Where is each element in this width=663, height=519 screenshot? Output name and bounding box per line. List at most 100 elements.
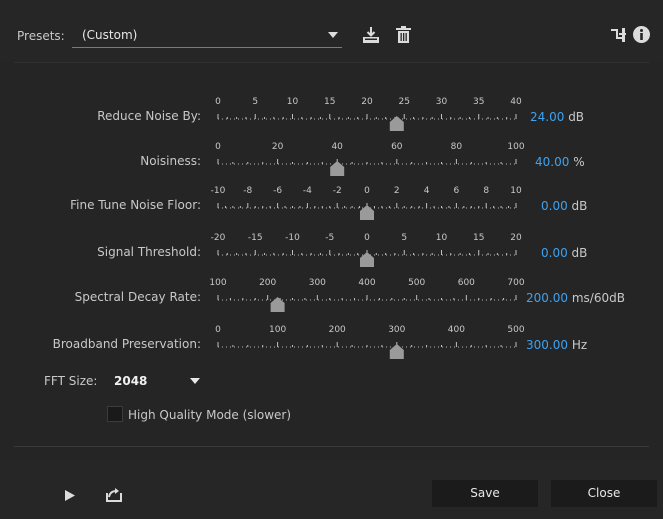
tick-label: 20 bbox=[361, 97, 373, 107]
slider[interactable] bbox=[212, 200, 524, 224]
tick-label: 30 bbox=[435, 97, 448, 107]
tick-label: 40 bbox=[331, 142, 343, 152]
slider-value-number: 24.00 bbox=[530, 110, 565, 124]
slider-thumb bbox=[360, 205, 374, 220]
tick-label: -6 bbox=[273, 186, 283, 196]
slider-label: Noisiness: bbox=[140, 154, 201, 168]
slider-unit: % bbox=[573, 155, 585, 169]
tick-label: 500 bbox=[408, 278, 426, 288]
slider-label: Spectral Decay Rate: bbox=[74, 290, 201, 304]
tick-label: 0 bbox=[215, 142, 221, 152]
slider-thumb bbox=[270, 297, 285, 312]
tick-label: -10 bbox=[210, 186, 226, 196]
slider-unit: dB bbox=[571, 246, 588, 260]
tick-label: -10 bbox=[285, 233, 300, 243]
tick-label: 5 bbox=[401, 233, 408, 243]
tick-label: 100 bbox=[209, 278, 227, 288]
presets-label: Presets: bbox=[17, 29, 65, 43]
tick-label: 60 bbox=[391, 142, 403, 152]
divider bbox=[14, 62, 649, 63]
slider-value[interactable]: 200.00 ms/60dB bbox=[526, 291, 625, 305]
tick-label: 6 bbox=[453, 186, 460, 196]
tick-label: 300 bbox=[388, 325, 406, 335]
tick-label: 0 bbox=[215, 97, 221, 107]
slider-unit: Hz bbox=[571, 338, 588, 352]
slider[interactable] bbox=[212, 247, 524, 271]
tick-label: -4 bbox=[302, 186, 312, 196]
slider-value[interactable]: 0.00 dB bbox=[541, 199, 587, 213]
slider-thumb bbox=[330, 161, 345, 176]
tick-label: 100 bbox=[269, 325, 287, 335]
tick-label: 400 bbox=[447, 325, 465, 335]
slider-value[interactable]: 0.00 dB bbox=[541, 246, 587, 260]
save-button[interactable]: Save bbox=[432, 480, 538, 507]
tick-label: 15 bbox=[324, 97, 336, 107]
slider-value[interactable]: 40.00 % bbox=[535, 155, 585, 169]
fft-size-label: FFT Size: bbox=[44, 374, 98, 388]
tick-label: -15 bbox=[247, 233, 263, 243]
high-quality-checkbox[interactable] bbox=[107, 406, 123, 422]
tick-label: 35 bbox=[473, 97, 485, 107]
tick-label: 0 bbox=[364, 186, 370, 196]
close-button[interactable]: Close bbox=[551, 480, 657, 507]
slider-label: Reduce Noise By: bbox=[97, 109, 201, 123]
tick-label: 80 bbox=[450, 142, 463, 152]
tick-label: -2 bbox=[332, 186, 342, 196]
tick-label: 500 bbox=[507, 325, 525, 335]
slider-value-number: 0.00 bbox=[541, 246, 568, 260]
slider-value-number: 200.00 bbox=[526, 291, 568, 305]
presets-bar: Presets: (Custom) bbox=[0, 0, 663, 62]
slider-value[interactable]: 300.00 Hz bbox=[526, 338, 587, 352]
slider-label: Broadband Preservation: bbox=[52, 337, 201, 351]
slider[interactable] bbox=[212, 339, 524, 363]
tick-label: 100 bbox=[507, 142, 525, 152]
tick-label: 200 bbox=[259, 278, 277, 288]
tick-label: 10 bbox=[435, 233, 448, 243]
download-tray-icon[interactable] bbox=[362, 26, 380, 44]
info-icon[interactable] bbox=[633, 26, 650, 43]
slider-thumb bbox=[360, 252, 374, 267]
tick-label: -8 bbox=[243, 186, 253, 196]
divider bbox=[14, 446, 649, 447]
tick-label: 5 bbox=[252, 97, 259, 107]
high-quality-label: High Quality Mode (slower) bbox=[128, 408, 292, 422]
tick-label: 10 bbox=[510, 186, 522, 196]
tick-label: 20 bbox=[271, 142, 284, 152]
slider-unit: dB bbox=[571, 199, 588, 213]
slider[interactable] bbox=[212, 156, 524, 180]
chevron-down-icon bbox=[328, 32, 338, 38]
play-icon[interactable] bbox=[65, 490, 75, 501]
tick-label: 25 bbox=[398, 97, 410, 107]
slider[interactable] bbox=[212, 292, 524, 316]
fft-size-dropdown[interactable]: 2048 bbox=[110, 368, 204, 392]
slider-value-number: 0.00 bbox=[541, 199, 568, 213]
slider-value-number: 300.00 bbox=[526, 338, 568, 352]
routing-icon[interactable] bbox=[611, 27, 626, 42]
tick-label: 200 bbox=[328, 325, 346, 335]
tick-label: 20 bbox=[510, 233, 522, 243]
slider-thumb bbox=[389, 344, 404, 359]
slider-label: Fine Tune Noise Floor: bbox=[70, 198, 201, 212]
tick-label: 400 bbox=[358, 278, 376, 288]
chevron-down-icon bbox=[190, 378, 200, 384]
tick-label: 40 bbox=[510, 97, 522, 107]
presets-value: (Custom) bbox=[82, 28, 138, 42]
slider[interactable] bbox=[212, 111, 524, 135]
fft-size-value: 2048 bbox=[114, 374, 148, 388]
tick-label: 700 bbox=[507, 278, 525, 288]
tick-label: 8 bbox=[483, 186, 490, 196]
tick-label: -5 bbox=[325, 233, 335, 243]
slider-unit: ms/60dB bbox=[571, 291, 625, 305]
slider-unit: dB bbox=[568, 110, 585, 124]
tick-label: -20 bbox=[210, 233, 226, 243]
presets-dropdown[interactable]: (Custom) bbox=[72, 22, 342, 48]
tick-label: 2 bbox=[393, 186, 400, 196]
export-icon[interactable] bbox=[106, 487, 122, 502]
trash-icon[interactable] bbox=[396, 26, 411, 43]
tick-label: 4 bbox=[423, 186, 430, 196]
tick-label: 10 bbox=[286, 97, 299, 107]
slider-thumb bbox=[389, 116, 404, 131]
tick-label: 0 bbox=[364, 233, 370, 243]
slider-value-number: 40.00 bbox=[535, 155, 570, 169]
slider-value[interactable]: 24.00 dB bbox=[530, 110, 584, 124]
